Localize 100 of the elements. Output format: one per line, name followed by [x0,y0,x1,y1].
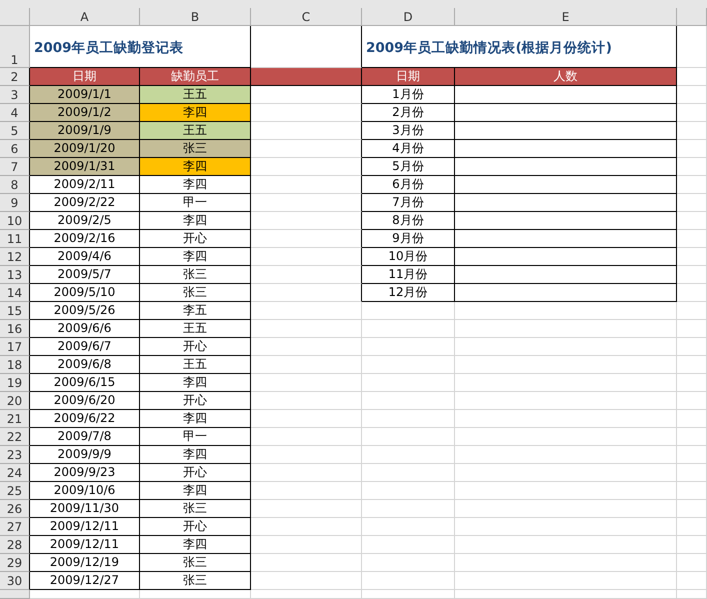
month-cell: 1月份 [362,86,455,104]
date-cell: 2009/9/23 [30,464,140,482]
date-cell: 2009/12/11 [30,518,140,536]
employee-cell: 开心 [140,518,251,536]
column-header[interactable]: E [455,8,677,26]
row-header[interactable]: 6 [0,140,30,158]
date-cell: 2009/1/9 [30,122,140,140]
row-header[interactable]: 17 [0,338,30,356]
month-cell: 8月份 [362,212,455,230]
date-cell: 2009/1/20 [30,140,140,158]
date-cell: 2009/7/8 [30,428,140,446]
employee-cell: 张三 [140,572,251,590]
employee-cell: 李四 [140,176,251,194]
employee-cell: 李四 [140,212,251,230]
month-cell: 11月份 [362,266,455,284]
month-cell: 2月份 [362,104,455,122]
row-header[interactable]: 30 [0,572,30,590]
row-header[interactable]: 29 [0,554,30,572]
date-cell: 2009/2/22 [30,194,140,212]
month-cell: 6月份 [362,176,455,194]
row-header[interactable]: 5 [0,122,30,140]
date-cell: 2009/5/10 [30,284,140,302]
employee-cell: 李四 [140,446,251,464]
column-header[interactable]: B [140,8,251,26]
employee-cell: 王五 [140,122,251,140]
row-header[interactable]: 3 [0,86,30,104]
row-header[interactable]: 9 [0,194,30,212]
row-header[interactable]: 28 [0,536,30,554]
employee-cell: 李四 [140,482,251,500]
month-cell: 5月份 [362,158,455,176]
row-header[interactable]: 24 [0,464,30,482]
row-header[interactable]: 14 [0,284,30,302]
row-header[interactable]: 1 [0,26,30,68]
date-cell: 2009/5/26 [30,302,140,320]
date-cell: 2009/10/6 [30,482,140,500]
month-cell: 7月份 [362,194,455,212]
date-cell: 2009/5/7 [30,266,140,284]
employee-cell: 张三 [140,554,251,572]
row-header[interactable]: 20 [0,392,30,410]
row-header[interactable]: 22 [0,428,30,446]
employee-cell: 李五 [140,302,251,320]
row-header[interactable]: 16 [0,320,30,338]
row-header[interactable]: 4 [0,104,30,122]
date-cell: 2009/9/9 [30,446,140,464]
column-heading: 日期 [30,68,140,86]
employee-cell: 李四 [140,536,251,554]
employee-cell: 甲一 [140,194,251,212]
date-cell: 2009/6/7 [30,338,140,356]
employee-cell: 开心 [140,392,251,410]
row-header[interactable]: 25 [0,482,30,500]
employee-cell: 李四 [140,410,251,428]
month-cell: 3月份 [362,122,455,140]
date-cell: 2009/4/6 [30,248,140,266]
row-header[interactable]: 8 [0,176,30,194]
row-header[interactable]: 15 [0,302,30,320]
row-header[interactable] [0,590,30,599]
row-header[interactable]: 13 [0,266,30,284]
row-header[interactable]: 10 [0,212,30,230]
column-heading: 日期 [362,68,455,86]
employee-cell: 李四 [140,104,251,122]
column-header[interactable]: D [362,8,455,26]
month-cell: 4月份 [362,140,455,158]
employee-cell: 开心 [140,230,251,248]
date-cell: 2009/12/11 [30,536,140,554]
row-header[interactable]: 21 [0,410,30,428]
date-cell: 2009/6/8 [30,356,140,374]
employee-cell: 张三 [140,140,251,158]
date-cell: 2009/1/31 [30,158,140,176]
employee-cell: 李四 [140,158,251,176]
row-header[interactable]: 2 [0,68,30,86]
employee-cell: 张三 [140,284,251,302]
employee-cell: 开心 [140,338,251,356]
column-header[interactable]: C [251,8,362,26]
date-cell: 2009/1/2 [30,104,140,122]
row-header[interactable]: 26 [0,500,30,518]
row-header[interactable]: 12 [0,248,30,266]
row-header[interactable]: 19 [0,374,30,392]
month-cell: 10月份 [362,248,455,266]
table-title: 2009年员工缺勤登记表 [30,26,251,68]
employee-cell: 开心 [140,464,251,482]
column-heading: 人数 [455,68,677,86]
row-header[interactable]: 27 [0,518,30,536]
column-header[interactable]: A [30,8,140,26]
row-header[interactable]: 7 [0,158,30,176]
date-cell: 2009/12/19 [30,554,140,572]
select-all-corner[interactable] [0,8,30,26]
date-cell: 2009/11/30 [30,500,140,518]
date-cell: 2009/2/5 [30,212,140,230]
date-cell: 2009/1/1 [30,86,140,104]
row-header[interactable]: 23 [0,446,30,464]
row-header[interactable]: 18 [0,356,30,374]
column-header[interactable] [677,8,707,26]
row-header[interactable]: 11 [0,230,30,248]
employee-cell: 张三 [140,500,251,518]
employee-cell: 李四 [140,374,251,392]
date-cell: 2009/6/6 [30,320,140,338]
month-cell: 9月份 [362,230,455,248]
employee-cell: 甲一 [140,428,251,446]
employee-cell: 李四 [140,248,251,266]
date-cell: 2009/2/16 [30,230,140,248]
